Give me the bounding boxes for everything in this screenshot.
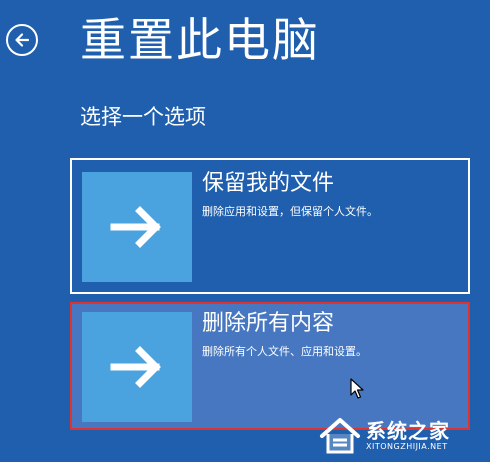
option-tile bbox=[82, 312, 192, 422]
house-logo-icon bbox=[320, 418, 360, 454]
option-keep-my-files[interactable]: 保留我的文件 删除应用和设置，但保留个人文件。 bbox=[70, 158, 470, 294]
watermark: 系统之家 XITONGZHIJIA.NET bbox=[318, 410, 490, 462]
page-title: 重置此电脑 bbox=[80, 13, 320, 67]
back-arrow-icon bbox=[15, 33, 30, 47]
watermark-name: 系统之家 bbox=[366, 419, 450, 443]
mouse-pointer-icon bbox=[350, 378, 364, 399]
option-description: 删除所有个人文件、应用和设置。 bbox=[202, 345, 367, 358]
option-title: 删除所有内容 bbox=[202, 311, 335, 336]
arrow-right-icon bbox=[110, 206, 161, 248]
option-title: 保留我的文件 bbox=[202, 171, 335, 196]
watermark-domain: XITONGZHIJIA.NET bbox=[366, 442, 448, 451]
option-description: 删除应用和设置，但保留个人文件。 bbox=[202, 205, 378, 218]
back-button[interactable] bbox=[6, 24, 38, 56]
page-subtitle: 选择一个选项 bbox=[80, 105, 206, 129]
option-tile bbox=[82, 172, 192, 282]
arrow-right-icon bbox=[110, 346, 161, 388]
